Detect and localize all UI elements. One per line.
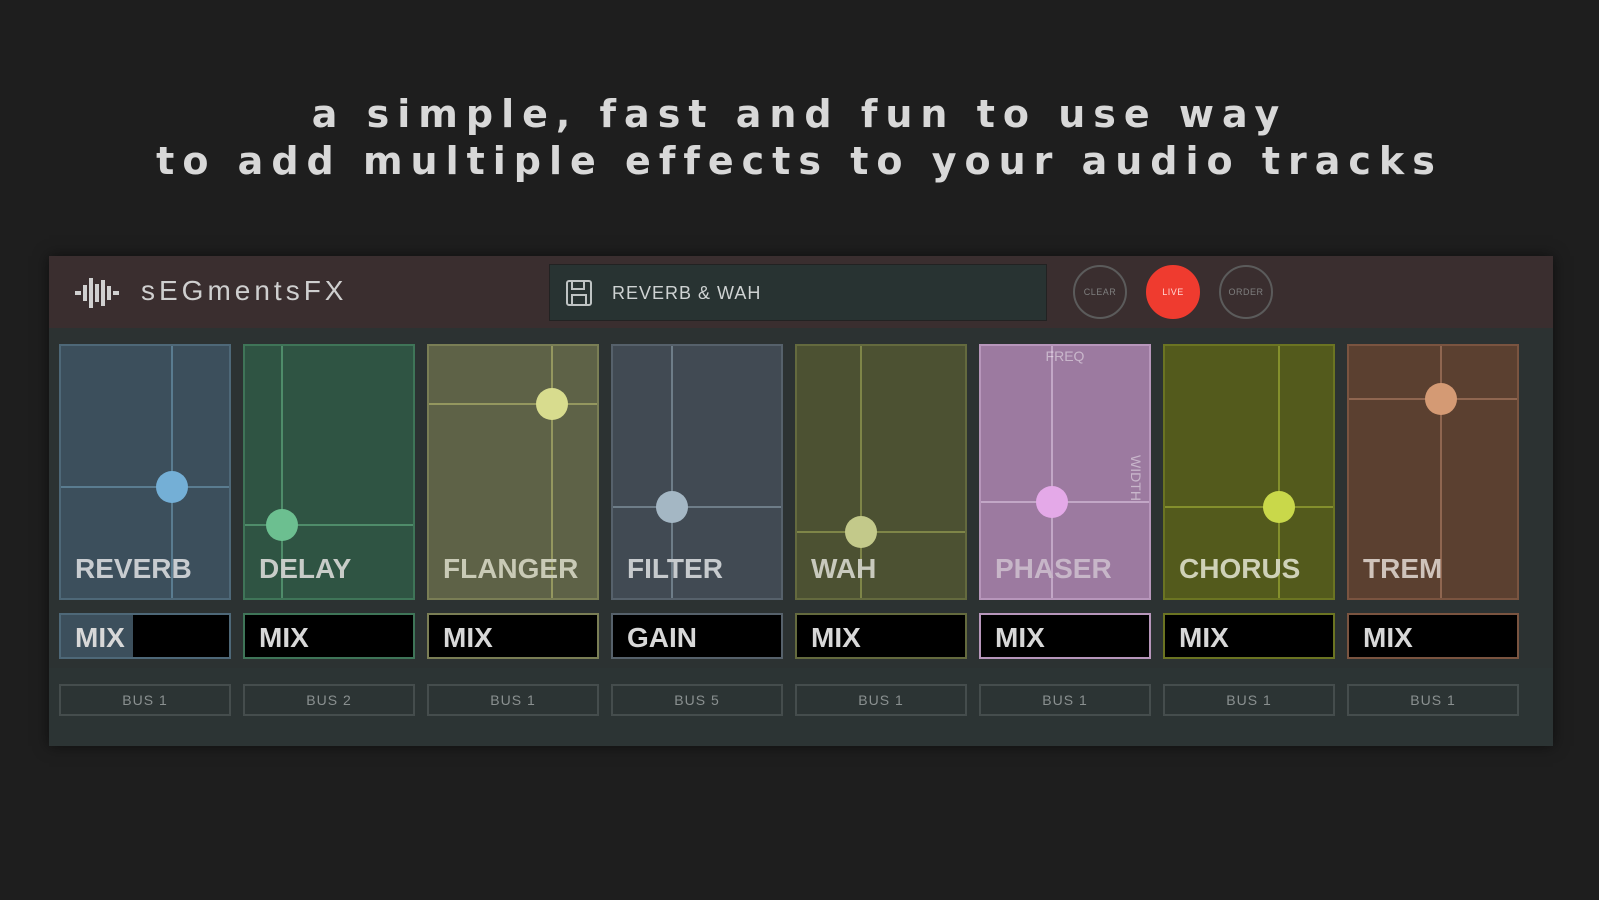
filter-gain-slider[interactable]: GAIN bbox=[611, 613, 783, 659]
pad-knob-trem[interactable] bbox=[1425, 382, 1458, 415]
wah-bus-selector[interactable]: BUS 1 bbox=[795, 684, 967, 716]
slider-label: MIX bbox=[995, 622, 1045, 653]
pad-knob-phaser[interactable] bbox=[1035, 486, 1068, 519]
tagline-line-1: a simple, fast and fun to use way bbox=[311, 92, 1288, 136]
xy-pad-reverb[interactable]: REVERB bbox=[59, 344, 231, 600]
preset-selector[interactable]: REVERB & WAH bbox=[549, 264, 1047, 321]
xy-pad-wah[interactable]: WAH bbox=[795, 344, 967, 600]
chorus-mix-slider[interactable]: MIX bbox=[1163, 613, 1335, 659]
pad-knob-delay[interactable] bbox=[265, 508, 298, 541]
filter-bus-selector[interactable]: BUS 5 bbox=[611, 684, 783, 716]
xy-pad-flanger[interactable]: FLANGER bbox=[427, 344, 599, 600]
reverb-bus-selector[interactable]: BUS 1 bbox=[59, 684, 231, 716]
pad-crosshair-horizontal bbox=[61, 486, 229, 489]
slider-label: MIX bbox=[259, 622, 309, 653]
phaser-mix-slider[interactable]: MIX bbox=[979, 613, 1151, 659]
effect-name-flanger: FLANGER bbox=[443, 553, 579, 584]
waveform-logo-icon bbox=[75, 278, 119, 308]
slider-label: MIX bbox=[75, 622, 125, 653]
pad-knob-chorus[interactable] bbox=[1263, 491, 1296, 524]
top-bar: sEGmentsFX REVERB & WAH CLEAR LIVE ORDER bbox=[49, 256, 1553, 328]
effect-name-wah: WAH bbox=[811, 553, 877, 584]
xy-pad-delay[interactable]: DELAY bbox=[243, 344, 415, 600]
effect-name-reverb: REVERB bbox=[75, 553, 192, 584]
slider-label: MIX bbox=[811, 622, 861, 653]
phaser-bus-selector[interactable]: BUS 1 bbox=[979, 684, 1151, 716]
slider-label: MIX bbox=[1179, 622, 1229, 653]
delay-bus-selector[interactable]: BUS 2 bbox=[243, 684, 415, 716]
delay-mix-slider[interactable]: MIX bbox=[243, 613, 415, 659]
flanger-bus-selector[interactable]: BUS 1 bbox=[427, 684, 599, 716]
slider-label: MIX bbox=[1363, 622, 1413, 653]
chorus-bus-selector[interactable]: BUS 1 bbox=[1163, 684, 1335, 716]
flanger-mix-slider[interactable]: MIX bbox=[427, 613, 599, 659]
pad-crosshair-horizontal bbox=[797, 531, 965, 534]
effect-name-chorus: CHORUS bbox=[1179, 553, 1301, 584]
effect-name-phaser: PHASER bbox=[995, 553, 1112, 584]
pad-knob-filter[interactable] bbox=[655, 491, 688, 524]
tagline-line-2: to add multiple effects to your audio tr… bbox=[156, 139, 1443, 183]
xy-pad-phaser[interactable]: FREQ WIDTH PHASER bbox=[979, 344, 1151, 600]
save-icon[interactable] bbox=[564, 278, 594, 308]
trem-mix-slider[interactable]: MIX bbox=[1347, 613, 1519, 659]
xy-pad-filter[interactable]: FILTER bbox=[611, 344, 783, 600]
pad-crosshair-horizontal bbox=[1165, 506, 1333, 509]
segmentsfx-app-window: sEGmentsFX REVERB & WAH CLEAR LIVE ORDER… bbox=[49, 256, 1553, 746]
slider-label: MIX bbox=[443, 622, 493, 653]
pad-crosshair-horizontal bbox=[429, 402, 597, 405]
effect-name-trem: TREM bbox=[1363, 553, 1443, 584]
effect-name-filter: FILTER bbox=[627, 553, 723, 584]
pad-knob-flanger[interactable] bbox=[535, 387, 568, 420]
clear-button[interactable]: CLEAR bbox=[1073, 265, 1127, 319]
wah-mix-slider[interactable]: MIX bbox=[795, 613, 967, 659]
trem-bus-selector[interactable]: BUS 1 bbox=[1347, 684, 1519, 716]
effect-name-delay: DELAY bbox=[259, 553, 352, 584]
app-logo-text: sEGmentsFX bbox=[141, 275, 348, 306]
reverb-mix-slider[interactable]: MIX bbox=[59, 613, 231, 659]
pad-crosshair-horizontal bbox=[613, 506, 781, 509]
order-button[interactable]: ORDER bbox=[1219, 265, 1273, 319]
slider-label: GAIN bbox=[627, 622, 697, 653]
pad-x-axis-label: FREQ bbox=[1045, 348, 1085, 364]
live-button[interactable]: LIVE bbox=[1146, 265, 1200, 319]
pad-knob-reverb[interactable] bbox=[155, 471, 188, 504]
xy-pad-chorus[interactable]: CHORUS bbox=[1163, 344, 1335, 600]
pad-y-axis-label: WIDTH bbox=[1128, 455, 1145, 501]
preset-name: REVERB & WAH bbox=[612, 283, 762, 303]
xy-pad-trem[interactable]: TREM bbox=[1347, 344, 1519, 600]
pad-knob-wah[interactable] bbox=[844, 516, 877, 549]
